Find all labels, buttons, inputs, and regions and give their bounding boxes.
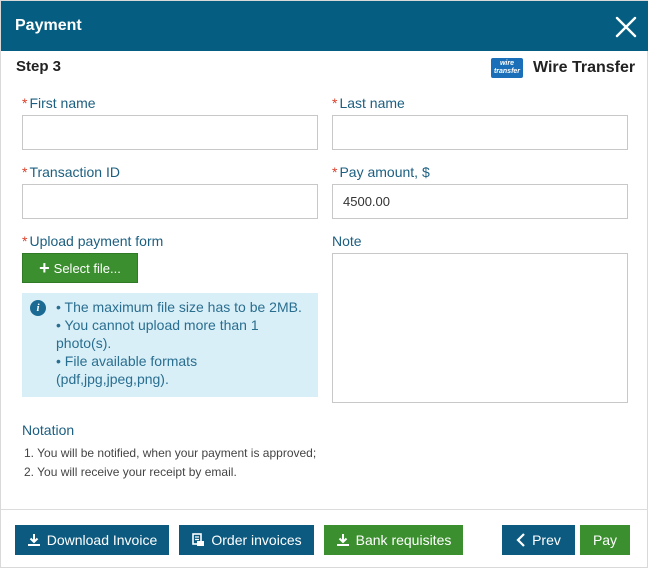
required-mark: * (22, 233, 28, 249)
footer-divider (1, 509, 648, 510)
info-line: • File available formats (56, 353, 198, 369)
first-name-label: * First name (22, 95, 96, 111)
bank-requisites-label: Bank requisites (355, 532, 452, 548)
info-line: photo(s). (56, 335, 112, 351)
notation-title: Notation (22, 422, 75, 438)
pay-button[interactable]: Pay (580, 525, 630, 555)
download-invoice-label: Download Invoice (46, 532, 158, 548)
required-mark: * (22, 95, 28, 111)
select-file-button[interactable]: + Select file... (22, 253, 138, 283)
info-icon: i (30, 300, 46, 316)
chevron-left-icon (516, 533, 525, 547)
modal-title: Payment (15, 17, 82, 34)
prev-button[interactable]: Prev (502, 525, 575, 555)
payment-method: wire transfer Wire Transfer (491, 57, 635, 79)
step-indicator: Step 3 (16, 58, 62, 75)
bank-requisites-button[interactable]: Bank requisites (324, 525, 463, 555)
info-line: • The maximum file size has to be 2MB. (56, 299, 302, 315)
note-label: Note (332, 233, 362, 249)
transaction-id-label-text: Transaction ID (29, 164, 120, 180)
select-file-label: Select file... (53, 260, 121, 276)
last-name-label-text: Last name (339, 95, 405, 111)
upload-label-text: Upload payment form (29, 233, 164, 249)
pay-label: Pay (592, 532, 618, 548)
notation-item: 2. You will receive your receipt by emai… (24, 465, 237, 479)
first-name-label-text: First name (29, 95, 96, 111)
last-name-input[interactable] (332, 115, 628, 150)
required-mark: * (22, 164, 28, 180)
info-line: (pdf,jpg,jpeg,png). (56, 371, 169, 387)
transaction-id-label: * Transaction ID (22, 164, 120, 180)
note-textarea[interactable] (332, 253, 628, 403)
last-name-label: * Last name (332, 95, 405, 111)
download-icon (27, 534, 40, 546)
pay-amount-label: * Pay amount, $ (332, 164, 430, 180)
required-mark: * (332, 164, 338, 180)
upload-label: * Upload payment form (22, 233, 163, 249)
required-mark: * (332, 95, 338, 111)
prev-label: Prev (532, 532, 561, 548)
order-invoices-label: Order invoices (211, 532, 302, 548)
pay-amount-label-text: Pay amount, $ (339, 164, 430, 180)
transaction-id-input[interactable] (22, 184, 318, 219)
first-name-input[interactable] (22, 115, 318, 150)
info-line: • You cannot upload more than 1 (56, 317, 259, 333)
notation-item: 1. You will be notified, when your payme… (24, 446, 317, 460)
close-icon[interactable] (613, 14, 639, 40)
wire-transfer-logo: wire transfer (491, 58, 523, 78)
payment-method-name: Wire Transfer (533, 59, 636, 76)
modal-header: Payment (1, 1, 648, 51)
download-invoice-button[interactable]: Download Invoice (15, 525, 169, 555)
upload-info-box: i • The maximum file size has to be 2MB.… (22, 293, 318, 397)
invoice-icon (192, 533, 205, 546)
download-icon (336, 534, 349, 546)
order-invoices-button[interactable]: Order invoices (179, 525, 314, 555)
pay-amount-input[interactable] (332, 184, 628, 219)
plus-icon: + (39, 258, 50, 278)
payment-modal: Payment Step 3 wire transfer Wire Transfe… (0, 0, 648, 568)
